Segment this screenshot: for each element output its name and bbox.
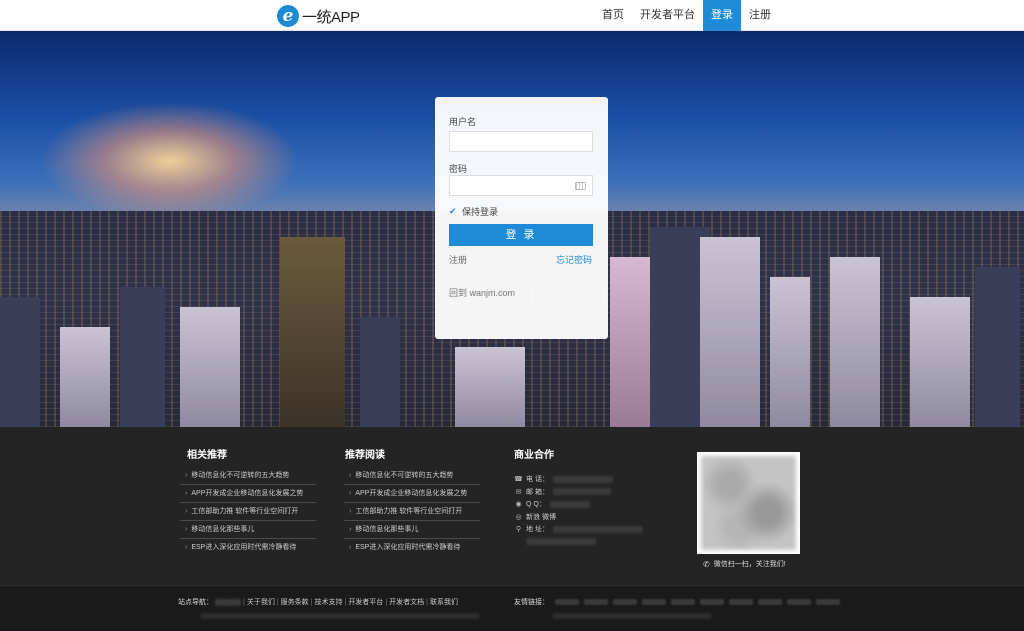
list-item[interactable]: 移动信息化不可逆转的五大趋势 <box>344 467 480 485</box>
recommended-links-list: 移动信息化不可逆转的五大趋势 APP开发成企业移动信息化发展之势 工信部助力推 … <box>344 467 480 557</box>
main-nav: 首页 开发者平台 登录 注册 <box>594 0 779 31</box>
keyboard-icon[interactable] <box>575 182 586 190</box>
list-item[interactable]: 工信部助力推 软件等行业空间打开 <box>180 503 316 521</box>
contact-phone: ☎ 电 话： <box>514 473 643 486</box>
list-item[interactable]: APP开发成企业移动信息化发展之势 <box>180 485 316 503</box>
remember-me-checkbox[interactable]: ✔ 保持登录 <box>449 205 498 218</box>
qr-caption: ✆ 微信扫一扫，关注我们! <box>703 559 786 569</box>
wechat-icon: ✆ <box>703 559 710 569</box>
site-link-developer-platform[interactable]: 开发者平台 <box>346 597 385 607</box>
login-button[interactable]: 登 录 <box>449 224 593 246</box>
login-panel: 用户名 密码 ✔ 保持登录 登 录 注册 忘记密码 回到 wanjm.com <box>435 97 608 339</box>
list-item[interactable]: APP开发成企业移动信息化发展之势 <box>344 485 480 503</box>
contact-weibo[interactable]: ◎ 新浪 微博 <box>514 511 643 524</box>
password-input[interactable] <box>449 175 593 196</box>
list-item[interactable]: 工信部助力推 软件等行业空间打开 <box>344 503 480 521</box>
list-item[interactable]: 移动信息化不可逆转的五大趋势 <box>180 467 316 485</box>
logo-text: 一统APP <box>302 8 360 26</box>
hero-banner: 用户名 密码 ✔ 保持登录 登 录 注册 忘记密码 回到 wanjm.com <box>0 31 1024 427</box>
contact-email: ✉ 邮 箱： <box>514 486 643 499</box>
checkmark-icon: ✔ <box>449 206 457 216</box>
site-link-developer-docs[interactable]: 开发者文档 <box>387 597 426 607</box>
username-label: 用户名 <box>449 117 477 127</box>
copyright-text-blurred <box>200 613 480 619</box>
list-item[interactable]: 移动信息化那些事儿 <box>344 521 480 539</box>
footer-col-title: 推荐阅读 <box>345 450 385 461</box>
friend-links-blurred <box>552 613 712 619</box>
site-link-about[interactable]: 关于我们 <box>245 597 277 607</box>
list-item[interactable]: 移动信息化那些事儿 <box>180 521 316 539</box>
logo-e-icon: e <box>277 5 299 27</box>
footer-col-title: 商业合作 <box>514 450 554 461</box>
nav-register[interactable]: 注册 <box>741 0 779 31</box>
related-links-list: 移动信息化不可逆转的五大趋势 APP开发成企业移动信息化发展之势 工信部助力推 … <box>180 467 316 557</box>
top-navbar: e 一统APP 首页 开发者平台 登录 注册 <box>0 0 1024 31</box>
back-to-site-link[interactable]: 回到 wanjm.com <box>449 286 515 299</box>
footer-col-title: 相关推荐 <box>187 450 227 461</box>
qq-icon: ◉ <box>515 501 522 509</box>
logo[interactable]: e 一统APP <box>277 4 360 28</box>
contact-address: ⚲ 地 址： <box>514 523 643 536</box>
username-input[interactable] <box>449 131 593 152</box>
friend-links-label: 友情链接： <box>514 599 549 606</box>
friend-links: 友情链接： <box>514 597 845 607</box>
location-icon: ⚲ <box>515 526 522 534</box>
footer: 相关推荐 移动信息化不可逆转的五大趋势 APP开发成企业移动信息化发展之势 工信… <box>0 427 1024 585</box>
nav-login[interactable]: 登录 <box>703 0 741 31</box>
phone-icon: ☎ <box>514 476 523 484</box>
contact-qq: ◉ Q Q： <box>514 498 643 511</box>
nav-developer-platform[interactable]: 开发者平台 <box>632 0 703 31</box>
bottom-bar: 站点导航： | 关于我们 | 服务条款 | 技术支持 | 开发者平台 | 开发者文档 | 联… <box>0 585 1024 631</box>
sunset-glow <box>40 101 300 221</box>
password-label: 密码 <box>449 164 468 174</box>
nav-home[interactable]: 首页 <box>594 0 632 31</box>
qr-code <box>697 452 800 554</box>
site-link-support[interactable]: 技术支持 <box>312 597 344 607</box>
mail-icon: ✉ <box>515 488 522 496</box>
remember-me-label: 保持登录 <box>462 207 499 217</box>
list-item[interactable]: ESP进入深化应用时代需冷静看待 <box>344 539 480 557</box>
site-link-terms[interactable]: 服务条款 <box>279 597 311 607</box>
site-link-contact[interactable]: 联系我们 <box>428 597 460 607</box>
site-nav: 站点导航： | 关于我们 | 服务条款 | 技术支持 | 开发者平台 | 开发者文档 | 联… <box>178 597 460 607</box>
site-nav-label: 站点导航： <box>178 599 213 606</box>
register-link[interactable]: 注册 <box>449 253 467 266</box>
forgot-password-link[interactable]: 忘记密码 <box>556 253 592 266</box>
weibo-icon: ◎ <box>515 513 522 521</box>
list-item[interactable]: ESP进入深化应用时代需冷静看待 <box>180 539 316 557</box>
contact-list: ☎ 电 话： ✉ 邮 箱： ◉ Q Q： ◎ 新浪 微博 ⚲ 地 址： <box>514 473 643 548</box>
